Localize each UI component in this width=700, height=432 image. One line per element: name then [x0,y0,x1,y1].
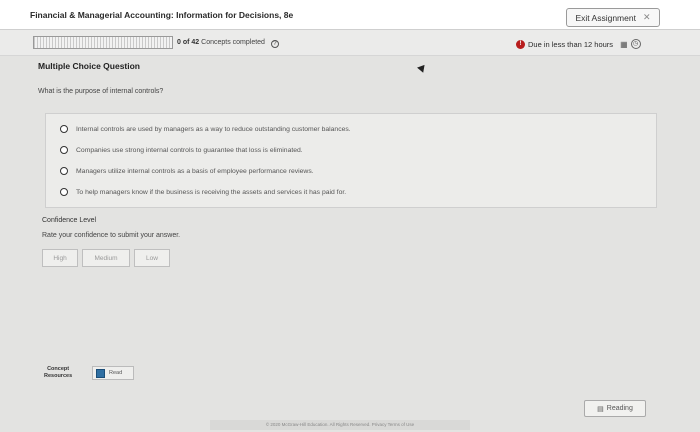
confidence-medium-button[interactable]: Medium [82,249,130,267]
read-button[interactable]: Read [92,366,134,380]
concept-resources-label: Concept Resources [44,366,72,380]
confidence-high-button[interactable]: High [42,249,78,267]
radio-button[interactable] [60,125,68,133]
answer-option[interactable]: To help managers know if the business is… [60,186,346,198]
info-icon[interactable]: ? [270,40,279,48]
answer-option[interactable]: Managers utilize internal controls as a … [60,165,314,177]
answer-option-text: Managers utilize internal controls as a … [76,167,314,175]
concepts-label: Concepts completed [201,39,265,46]
close-icon: ✕ [642,12,651,22]
footer: © 2020 McGraw-Hill Education. All Rights… [210,420,470,430]
answer-options: Internal controls are used by managers a… [45,113,657,208]
alert-icon: ! [516,39,525,49]
read-label: Read [109,370,123,376]
answer-option[interactable]: Companies use strong internal controls t… [60,144,303,156]
radio-button[interactable] [60,188,68,196]
top-bar: Financial & Managerial Accounting: Infor… [0,0,700,30]
book-icon: ▤ [597,405,604,413]
due-indicator: ! Due in less than 12 hours ▦ ◷ [516,39,641,49]
reading-button[interactable]: ▤ Reading [584,400,646,417]
exit-assignment-label: Exit Assignment [575,12,636,23]
concepts-count: 0 of 42 [177,39,200,46]
answer-option-text: Internal controls are used by managers a… [76,125,351,133]
due-text: Due in less than 12 hours [528,39,614,49]
concept-resources-line2: Resources [44,373,73,379]
reading-label: Reading [606,405,633,412]
question-prompt: What is the purpose of internal controls… [38,88,164,95]
confidence-title: Confidence Level [42,217,97,224]
radio-button[interactable] [60,146,68,154]
answer-option-text: To help managers know if the business is… [76,188,347,196]
confidence-low-button[interactable]: Low [134,249,170,267]
progress-row: 0 of 42 Concepts completed ? ! Due in le… [0,30,700,56]
clock-icon[interactable]: ◷ [630,39,641,49]
answer-option-text: Companies use strong internal controls t… [76,146,303,154]
question-type: Multiple Choice Question [38,61,141,71]
book-icon [96,368,105,378]
mouse-cursor-icon [417,64,427,75]
answer-option[interactable]: Internal controls are used by managers a… [60,123,351,135]
concepts-completed: 0 of 42 Concepts completed ? [177,39,279,48]
exit-assignment-button[interactable]: Exit Assignment ✕ [566,8,660,27]
calendar-icon[interactable]: ▦ [620,40,628,49]
concept-progress-bar [33,36,173,49]
concept-resources-line1: Concept [47,366,70,372]
radio-button[interactable] [60,167,68,175]
confidence-subtitle: Rate your confidence to submit your answ… [42,232,181,239]
course-title: Financial & Managerial Accounting: Infor… [30,10,294,20]
